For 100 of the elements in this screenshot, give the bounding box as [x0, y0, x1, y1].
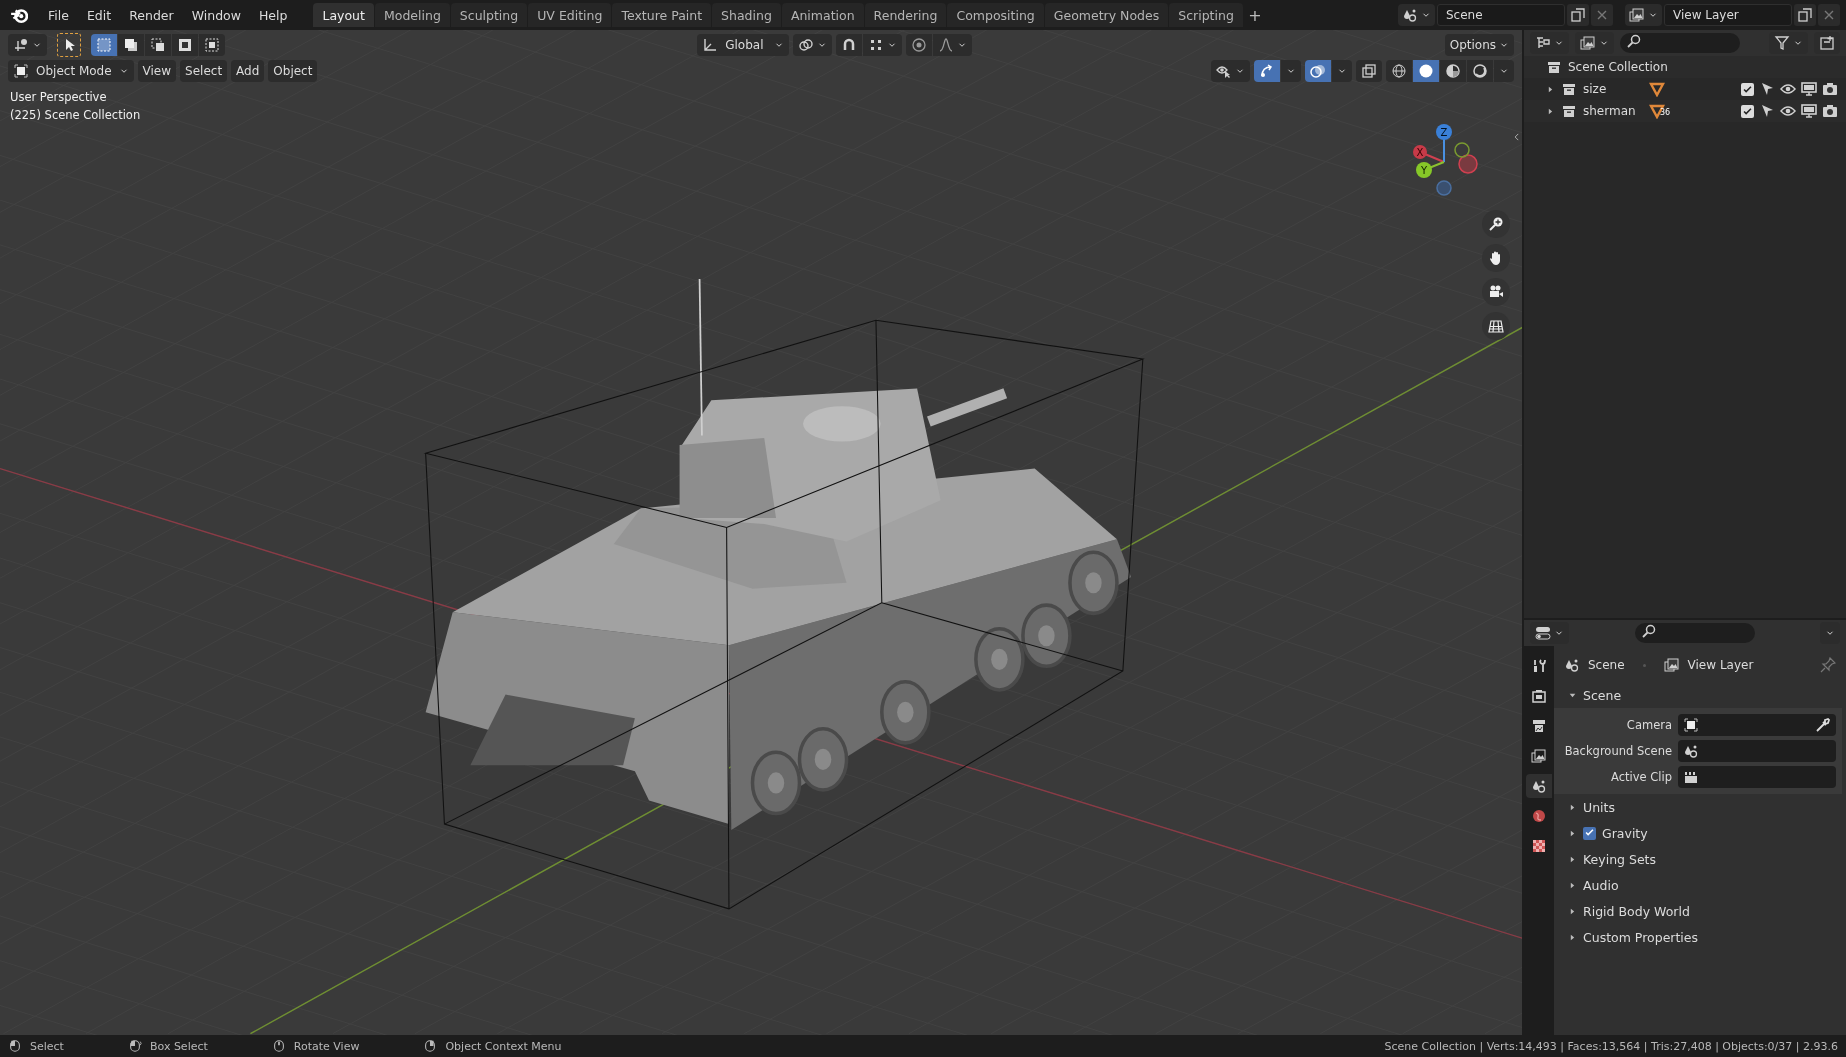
select-tool-button[interactable]	[57, 33, 81, 57]
axes-dot-icon	[13, 37, 29, 53]
pin-button[interactable]	[1820, 657, 1836, 673]
workspace-tab[interactable]: Modeling	[374, 3, 450, 27]
select-mode-button[interactable]	[172, 34, 198, 56]
subpanel-header[interactable]: Rigid Body World	[1564, 898, 1842, 924]
menu-item[interactable]: Help	[250, 3, 296, 27]
negative-y-handle[interactable]	[1454, 142, 1470, 158]
new-view-layer-button[interactable]	[1794, 4, 1816, 26]
pan-button[interactable]	[1482, 244, 1510, 272]
workspace-tab[interactable]: Texture Paint	[612, 3, 712, 27]
mesh-triangle-icon	[1649, 81, 1665, 97]
checkmark-icon	[1742, 105, 1753, 117]
subpanel-header[interactable]: Custom Properties	[1564, 924, 1842, 950]
object-field[interactable]	[1678, 714, 1836, 736]
viewport-menu[interactable]: Object	[268, 60, 318, 82]
new-collection-button[interactable]	[1814, 32, 1840, 54]
video-camera-icon	[1488, 284, 1504, 300]
options-dropdown[interactable]: Options	[1444, 34, 1514, 56]
select-mode-button[interactable]	[118, 34, 144, 56]
shading-mode-button[interactable]	[1440, 60, 1466, 82]
workspace-tab[interactable]: Shading	[712, 3, 781, 27]
pivot-icon	[798, 37, 815, 53]
workspace-tab[interactable]: Scripting	[1169, 3, 1243, 27]
camera-back-icon	[1531, 688, 1547, 704]
editor-type-button[interactable]	[1530, 622, 1569, 644]
panel-header[interactable]: Scene	[1564, 682, 1842, 708]
outliner-row[interactable]: size	[1524, 78, 1846, 100]
mode-dropdown[interactable]: Object Mode	[8, 60, 134, 82]
collection-name: Scene Collection	[1568, 60, 1668, 74]
shading-mode-button[interactable]	[1386, 60, 1412, 82]
menu-item[interactable]: Render	[121, 3, 182, 27]
shading-mode-button[interactable]	[1467, 60, 1493, 82]
subpanel-header[interactable]: Keying Sets	[1564, 846, 1842, 872]
copy-icon	[1797, 7, 1813, 23]
delete-scene-button[interactable]	[1591, 4, 1613, 26]
falloff-dropdown[interactable]	[933, 34, 973, 56]
mouse-icon	[423, 1039, 438, 1053]
shading-mode-button[interactable]	[1413, 60, 1439, 82]
properties-tab[interactable]	[1526, 774, 1552, 798]
snap-dropdown[interactable]	[863, 34, 903, 56]
visibility-dropdown[interactable]	[1211, 60, 1250, 82]
snap-toggle[interactable]	[836, 34, 863, 56]
subpanel-header[interactable]: Units	[1564, 794, 1842, 820]
zoom-button[interactable]	[1482, 210, 1510, 238]
workspace-tab[interactable]: Compositing	[947, 3, 1044, 27]
menu-item[interactable]: Window	[183, 3, 249, 27]
exclude-checkbox[interactable]	[1741, 82, 1754, 96]
field-label: Camera	[1625, 718, 1672, 732]
view-layer-browse-button[interactable]	[1625, 4, 1662, 26]
toggle-switches-icon	[1535, 625, 1551, 641]
editor-type-button[interactable]	[8, 34, 47, 56]
filter-dropdown[interactable]	[1575, 32, 1614, 54]
add-workspace-button[interactable]: +	[1243, 3, 1266, 27]
collection-box-icon	[1561, 81, 1577, 97]
menu-item[interactable]: File	[40, 3, 77, 27]
gizmo-toggle[interactable]	[1254, 60, 1280, 82]
new-scene-button[interactable]	[1567, 4, 1589, 26]
negative-z-handle[interactable]	[1436, 180, 1452, 196]
object-field[interactable]	[1678, 740, 1836, 762]
workspace-tab[interactable]: Sculpting	[450, 3, 528, 27]
workspace-tab[interactable]: UV Editing	[528, 3, 612, 27]
exclude-checkbox[interactable]	[1741, 104, 1754, 118]
scene-field[interactable]: Scene	[1437, 4, 1565, 26]
search-field[interactable]	[1620, 33, 1740, 53]
display-mode-dropdown[interactable]	[1530, 32, 1569, 54]
view-layer-field[interactable]: View Layer	[1664, 4, 1792, 26]
filter-button[interactable]	[1769, 32, 1808, 54]
select-subtract-icon	[150, 37, 166, 53]
globe-icon	[1531, 808, 1547, 824]
perspective-toggle-button[interactable]	[1482, 312, 1510, 340]
scene-browse-button[interactable]	[1398, 4, 1435, 26]
subpanel-header[interactable]: Audio	[1564, 872, 1842, 898]
negative-x-handle[interactable]	[1458, 154, 1478, 174]
object-field[interactable]	[1678, 766, 1836, 788]
workspace-tab[interactable]: Geometry Nodes	[1044, 3, 1169, 27]
z-axis-handle[interactable]: Z	[1436, 124, 1452, 163]
xray-toggle[interactable]	[1356, 60, 1382, 82]
subpanel-header[interactable]: Gravity	[1564, 820, 1842, 846]
workspace-tab[interactable]: Rendering	[864, 3, 947, 27]
proportional-edit-toggle[interactable]	[906, 34, 933, 56]
delete-view-layer-button[interactable]	[1818, 4, 1840, 26]
viewport-menu[interactable]: View	[137, 60, 177, 82]
select-mode-button[interactable]	[199, 34, 225, 56]
status-hint: Rotate View	[293, 1039, 360, 1053]
workspace-tab[interactable]: Layout	[313, 3, 374, 27]
viewport-menu[interactable]: Add	[231, 60, 265, 82]
x-axis-handle[interactable]: X	[1413, 145, 1445, 163]
viewport-menu[interactable]: Select	[180, 60, 228, 82]
checkbox[interactable]	[1583, 826, 1596, 840]
pivot-dropdown[interactable]	[793, 34, 833, 56]
scene-icon	[1564, 657, 1580, 673]
overlay-toggle[interactable]	[1305, 60, 1331, 82]
workspace-tab[interactable]: Animation	[781, 3, 864, 27]
orientation-dropdown[interactable]: Global	[697, 34, 790, 56]
camera-view-button[interactable]	[1482, 278, 1510, 306]
select-mode-button[interactable]	[145, 34, 171, 56]
search-field[interactable]	[1634, 623, 1755, 643]
object-square-icon	[1683, 717, 1699, 733]
menu-item[interactable]: Edit	[78, 3, 120, 27]
